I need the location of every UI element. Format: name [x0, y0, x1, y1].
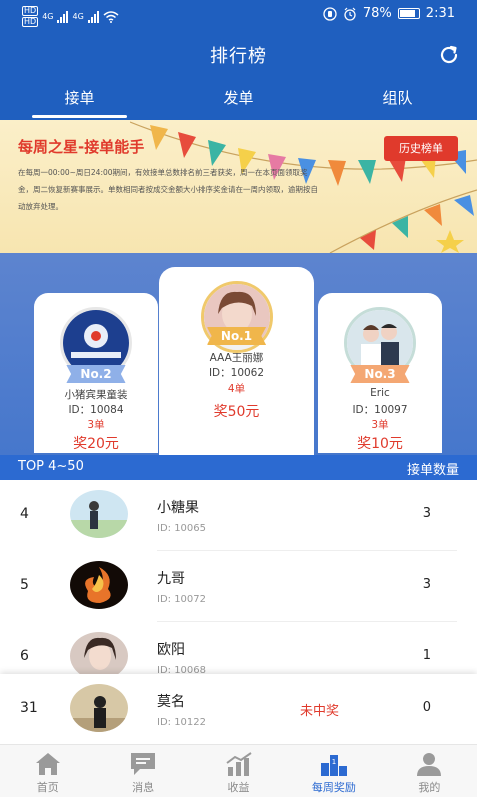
row-name: 莫名 [157, 694, 185, 710]
status-left: HD HD 4G 4G [22, 6, 119, 27]
refresh-icon[interactable] [437, 43, 461, 67]
row-rank: 4 [20, 506, 29, 522]
ranking-row[interactable]: 5 九哥 ID: 10072 3 [0, 551, 477, 622]
svg-text:1: 1 [332, 758, 336, 766]
nav-label: 收益 [227, 781, 250, 794]
nav-label: 消息 [132, 781, 155, 794]
app-root: HD HD 4G 4G 78% 2:31 排行榜 接单 发单 组队 每周之星-接… [0, 0, 477, 797]
wifi-icon [103, 10, 119, 23]
tab-publish-orders[interactable]: 发单 [159, 78, 318, 120]
list-header-bar: TOP 4~50 接单数量 [0, 455, 477, 480]
avatar [70, 684, 128, 732]
history-ranking-button[interactable]: 历史榜单 [384, 136, 458, 161]
home-icon [35, 753, 60, 775]
tab-accept-orders[interactable]: 接单 [0, 78, 159, 120]
row-name: 小糖果 [157, 500, 199, 516]
nav-earnings[interactable]: 收益 [191, 745, 286, 797]
ranking-row[interactable]: 4 小糖果 ID: 10065 3 [0, 480, 477, 551]
podium-section: No.2 小猪宾果童装 ID：10084 3单 奖20元 No.1 AAA王丽娜 [0, 253, 477, 455]
nav-home[interactable]: 首页 [0, 745, 95, 797]
fire-dragon-avatar [70, 561, 128, 609]
podium-orders: 3单 [371, 419, 389, 431]
user-photo-avatar [70, 632, 128, 680]
podium-card-first[interactable]: No.1 AAA王丽娜 ID：10062 4单 奖50元 [159, 267, 314, 455]
prize-status: 未中奖 [300, 704, 340, 719]
ranking-tabs: 接单 发单 组队 [0, 78, 477, 120]
podium-id: ID：10097 [352, 404, 408, 416]
rank-badge-second: No.2 [66, 365, 126, 383]
message-icon [131, 753, 156, 775]
row-name: 九哥 [157, 571, 185, 587]
status-bar: HD HD 4G 4G 78% 2:31 [0, 0, 477, 30]
chart-icon [225, 752, 252, 776]
row-order-count: 0 [422, 700, 431, 715]
signal-icon [57, 10, 69, 23]
avatar [70, 632, 128, 680]
battery-percent: 78% [362, 6, 392, 21]
banner-description: 在每周一00:00~周日24:00期间，有效接单总数排名前三者获奖，周一在本页面… [18, 168, 318, 211]
podium-orders: 4单 [227, 383, 246, 395]
podium-id: ID：10084 [68, 404, 124, 416]
sim-indicators: HD HD [22, 6, 39, 27]
nav-label: 每周奖励 [311, 781, 356, 794]
podium-name: Eric [370, 387, 390, 399]
podium-prize: 奖50元 [213, 404, 260, 420]
banner-title: 每周之星-接单能手 [18, 138, 145, 156]
list-range-label: TOP 4~50 [18, 459, 84, 474]
podium-orders: 3单 [87, 419, 105, 431]
podium-prize: 奖20元 [73, 436, 119, 452]
avatar [70, 490, 128, 538]
row-rank: 5 [20, 577, 29, 593]
rank-badge-third: No.3 [350, 365, 410, 383]
user-photo-avatar [70, 684, 128, 732]
row-rank: 6 [20, 648, 29, 664]
signal-icon-2 [87, 10, 99, 23]
tab-team[interactable]: 组队 [318, 78, 477, 120]
podium-name: AAA王丽娜 [209, 352, 264, 364]
vibrate-icon [323, 6, 337, 21]
podium-card-third[interactable]: No.3 Eric ID：10097 3单 奖10元 [318, 293, 442, 453]
weekly-star-banner: 每周之星-接单能手 在每周一00:00~周日24:00期间，有效接单总数排名前三… [0, 120, 477, 253]
bottom-nav: 首页 消息 收益 1 每周奖励 我的 [0, 744, 477, 797]
nav-profile[interactable]: 我的 [382, 745, 477, 797]
battery-icon [397, 8, 420, 19]
nav-messages[interactable]: 消息 [95, 745, 190, 797]
nav-label: 我的 [418, 781, 441, 794]
clock: 2:31 [425, 6, 455, 21]
user-photo-avatar [70, 490, 128, 538]
row-id: ID: 10122 [157, 717, 207, 728]
podium-card-second[interactable]: No.2 小猪宾果童装 ID：10084 3单 奖20元 [34, 293, 158, 453]
row-order-count: 1 [422, 648, 431, 663]
podium-prize: 奖10元 [357, 436, 403, 452]
user-icon [417, 753, 442, 776]
podium-id: ID：10062 [208, 367, 265, 379]
row-id: ID: 10072 [157, 594, 207, 605]
row-order-count: 3 [422, 577, 431, 592]
network-type-2: 4G [72, 12, 84, 21]
avatar [70, 561, 128, 609]
nav-label: 首页 [36, 781, 59, 794]
row-name: 欧阳 [157, 642, 185, 658]
order-count-header: 接单数量 [406, 463, 459, 478]
rank-badge-first: No.1 [206, 327, 267, 345]
status-right: 78% 2:31 [323, 6, 455, 21]
app-header: 排行榜 [0, 30, 477, 78]
row-rank: 31 [20, 700, 38, 716]
row-order-count: 3 [422, 506, 431, 521]
my-ranking-row[interactable]: 31 莫名 ID: 10122 未中奖 0 [0, 674, 477, 745]
page-title: 排行榜 [210, 46, 267, 67]
sim2-badge: HD [22, 17, 39, 27]
alarm-icon [344, 7, 356, 21]
nav-weekly-rewards[interactable]: 1 每周奖励 [286, 745, 381, 797]
podium-icon: 1 [320, 755, 347, 776]
sim1-badge: HD [22, 6, 39, 16]
row-id: ID: 10065 [157, 523, 207, 534]
network-type-1: 4G [42, 12, 54, 21]
podium-name: 小猪宾果童装 [64, 389, 128, 401]
